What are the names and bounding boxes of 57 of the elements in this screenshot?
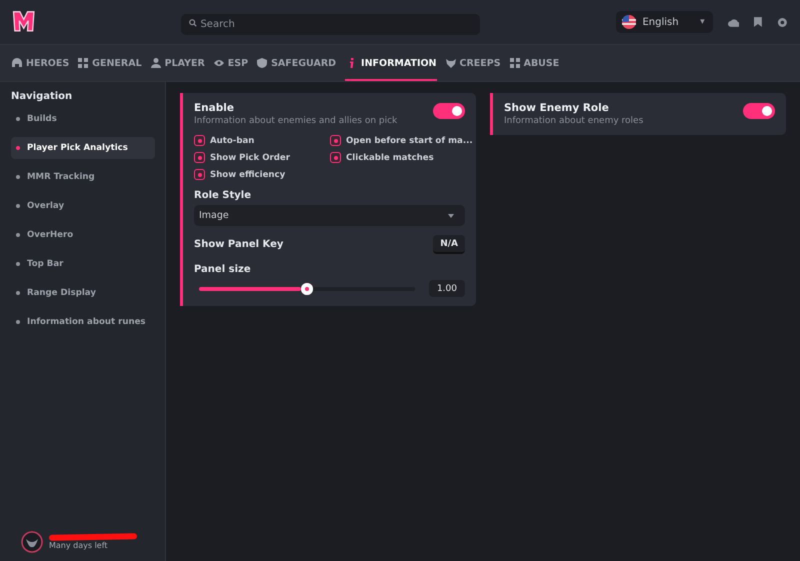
grid-icon [510, 58, 520, 68]
shield-icon [257, 58, 268, 68]
setting-description: Information about enemy roles [504, 116, 644, 126]
checkbox[interactable] [194, 152, 205, 163]
subscription-text: Many days left [49, 541, 109, 550]
eye-icon [214, 58, 224, 68]
tab[interactable]: ABUSE [510, 45, 560, 81]
sidebar-title: Navigation [11, 91, 74, 102]
toggle-switch[interactable] [743, 103, 775, 119]
sidebar-item[interactable]: Range Display [11, 282, 155, 304]
checkbox-label: Clickable matches [346, 152, 434, 162]
creep-icon [446, 58, 456, 68]
checkbox-label: Auto-ban [210, 136, 254, 146]
flag-icon [622, 15, 636, 29]
search-icon [189, 18, 198, 26]
tab[interactable]: HEROES [12, 45, 70, 81]
sidebar-item[interactable]: MMR Tracking [11, 166, 155, 188]
checkbox-label: Open before start of ma... [346, 136, 473, 146]
settings-icon[interactable] [777, 16, 788, 28]
toggle-switch[interactable] [433, 103, 465, 119]
sidebar-item[interactable]: Player Pick Analytics [11, 137, 155, 159]
sidebar-item[interactable]: Builds [11, 108, 155, 130]
setting-title: Show Enemy Role [504, 102, 610, 114]
search-field[interactable]: Search [181, 14, 480, 34]
checkbox-label: Show Pick Order [210, 152, 290, 162]
key-bind-button[interactable]: N/A [433, 235, 465, 254]
checkbox[interactable] [330, 152, 341, 163]
cloud-icon[interactable] [728, 18, 740, 26]
avatar-icon [21, 531, 43, 553]
grid-icon [78, 58, 88, 68]
role-style-dropdown[interactable]: Image [194, 205, 465, 226]
slider-thumb[interactable] [301, 282, 313, 294]
sidebar-item[interactable]: OverHero [11, 224, 155, 246]
setting-description: Information about enemies and allies on pick [194, 116, 398, 126]
language-dropdown[interactable]: English ▾ [616, 11, 713, 33]
setting-title: Enable [194, 102, 235, 114]
helmet-icon [12, 58, 22, 68]
tab[interactable]: CREEPS [446, 45, 501, 81]
field-label: Role Style [194, 190, 252, 201]
sidebar-item[interactable]: Top Bar [11, 253, 155, 275]
checkbox[interactable] [194, 135, 205, 146]
sidebar-item[interactable]: Overlay [11, 195, 155, 217]
checkbox[interactable] [194, 169, 205, 180]
tab[interactable]: SAFEGUARD [257, 45, 336, 81]
checkbox[interactable] [330, 135, 341, 146]
caret-icon [448, 214, 454, 218]
field-label: Panel size [194, 264, 252, 275]
tab[interactable]: INFORMATION [345, 45, 437, 81]
tab[interactable]: PLAYER [150, 45, 205, 81]
field-label: Show Panel Key [194, 239, 284, 250]
tab[interactable]: GENERAL [78, 45, 142, 81]
slider-value: 1.00 [428, 280, 465, 297]
bookmark-icon[interactable] [754, 17, 762, 27]
tab[interactable]: ESP [214, 45, 248, 81]
person-icon [150, 58, 161, 68]
sidebar-item[interactable]: Information about runes [11, 311, 155, 333]
checkbox-label: Show efficiency [210, 170, 286, 180]
